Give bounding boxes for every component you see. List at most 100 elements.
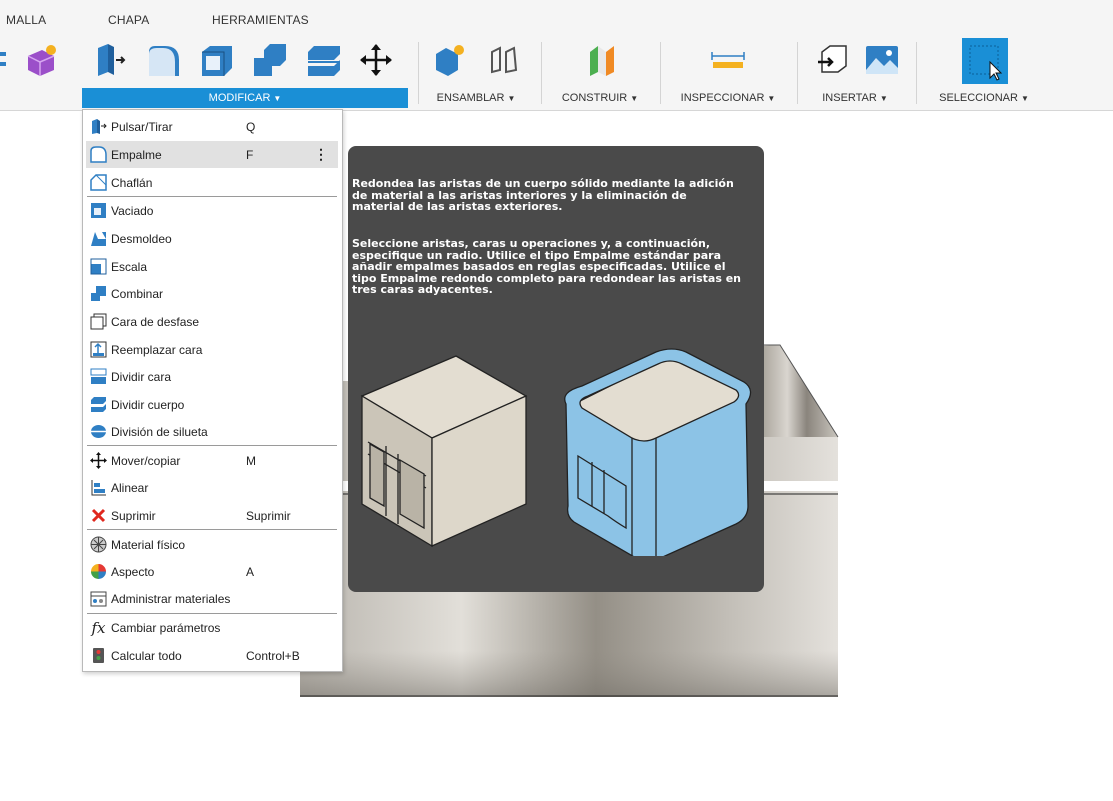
panel-inspeccionar-label: INSPECCIONAR (680, 92, 765, 104)
menu-item-label: Reemplazar cara (111, 342, 203, 357)
press-pull-tool-icon[interactable] (92, 42, 128, 78)
mesh-tool-icon[interactable] (0, 42, 14, 78)
compute-all-icon (90, 647, 107, 664)
shell-icon (90, 202, 107, 219)
menu-item-dividir-cuerpo[interactable]: Dividir cuerpo (83, 391, 342, 418)
insert-derive-icon[interactable] (814, 42, 850, 78)
separator (660, 42, 661, 104)
menu-item-empalme[interactable]: Empalme F ⋮ (86, 141, 338, 168)
parameters-icon: fx (91, 618, 106, 637)
shell-tool-icon[interactable] (198, 42, 234, 78)
menu-item-alinear[interactable]: Alinear (83, 474, 342, 501)
menu-item-label: Aspecto (111, 564, 155, 579)
split-face-icon (90, 368, 107, 385)
panel-insertar-label: INSERTAR (822, 92, 877, 104)
mesh-create-icon[interactable] (22, 42, 58, 78)
menu-item-shortcut: Suprimir (246, 508, 291, 523)
menu-item-shortcut: A (246, 564, 255, 579)
menu-item-label: Mover/copiar (111, 453, 181, 468)
menu-item-division-silueta[interactable]: División de silueta (83, 418, 342, 445)
menu-item-vaciado[interactable]: Vaciado (83, 197, 342, 224)
more-options-icon[interactable]: ⋮ (314, 146, 328, 163)
tab-chapa[interactable]: CHAPA (108, 13, 149, 27)
menu-item-cambiar-parametros[interactable]: fx Cambiar parámetros (83, 614, 342, 641)
move-icon (90, 452, 107, 469)
menu-item-label: Dividir cara (111, 369, 172, 384)
menu-item-label: Suprimir (111, 508, 156, 523)
menu-item-label: Pulsar/Tirar (111, 119, 173, 134)
joint-icon[interactable] (486, 42, 522, 78)
panel-seleccionar-button[interactable]: SELECCIONAR ▼ (928, 88, 1040, 108)
panel-construir-button[interactable]: CONSTRUIR ▼ (550, 88, 650, 108)
tab-herramientas[interactable]: HERRAMIENTAS (212, 13, 309, 27)
modificar-dropdown-menu: Pulsar/Tirar Q Empalme F ⋮ Chaflán Vacia… (82, 109, 343, 672)
panel-inspeccionar-button[interactable]: INSPECCIONAR ▼ (668, 88, 788, 108)
menu-item-suprimir[interactable]: Suprimir Suprimir (83, 502, 342, 529)
separator (541, 42, 542, 104)
menu-item-dividir-cara[interactable]: Dividir cara (83, 363, 342, 390)
align-icon (90, 479, 107, 496)
menu-item-desmoldeo[interactable]: Desmoldeo (83, 225, 342, 252)
menu-item-label: Calcular todo (111, 648, 182, 663)
menu-item-aspecto[interactable]: Aspecto A (83, 558, 342, 585)
chamfer-icon (90, 174, 107, 191)
insert-image-icon[interactable] (864, 42, 900, 78)
replace-face-icon (90, 341, 107, 358)
toolbar-ribbon: MALLA CHAPA HERRAMIENTAS MODIFICAR ▼ ENS… (0, 0, 1113, 111)
menu-item-mover-copiar[interactable]: Mover/copiar M (83, 447, 342, 474)
new-component-icon[interactable] (432, 42, 468, 78)
split-body-tool-icon[interactable] (306, 42, 342, 78)
move-tool-icon[interactable] (358, 42, 394, 78)
menu-item-label: Cara de desfase (111, 314, 200, 329)
panel-insertar-button[interactable]: INSERTAR ▼ (808, 88, 902, 108)
menu-item-shortcut: M (246, 453, 256, 468)
delete-icon (90, 507, 107, 524)
menu-item-combinar[interactable]: Combinar (83, 280, 342, 307)
menu-item-shortcut: Control+B (246, 648, 300, 663)
fillet-tool-icon[interactable] (145, 42, 181, 78)
menu-item-label: División de silueta (111, 424, 208, 439)
construct-plane-icon[interactable] (584, 42, 620, 78)
menu-item-shortcut: Q (246, 119, 256, 134)
separator (418, 42, 419, 104)
menu-item-label: Combinar (111, 286, 164, 301)
measure-icon[interactable] (710, 42, 746, 78)
select-icon[interactable] (962, 38, 1008, 84)
panel-ensamblar-label: ENSAMBLAR (436, 92, 505, 104)
panel-construir-label: CONSTRUIR (561, 92, 628, 104)
menu-item-administrar-materiales[interactable]: Administrar materiales (83, 585, 342, 612)
menu-item-label: Empalme (111, 147, 162, 162)
separator (797, 42, 798, 104)
menu-item-label: Administrar materiales (111, 591, 231, 606)
menu-item-shortcut: F (246, 147, 254, 162)
menu-item-escala[interactable]: Escala (83, 253, 342, 280)
menu-item-chaflan[interactable]: Chaflán (83, 169, 342, 196)
menu-item-label: Cambiar parámetros (111, 620, 221, 635)
panel-modificar-label: MODIFICAR (208, 92, 271, 104)
menu-item-reemplazar-cara[interactable]: Reemplazar cara (83, 336, 342, 363)
split-body-icon (90, 396, 107, 413)
menu-item-calcular-todo[interactable]: Calcular todo Control+B (83, 642, 342, 669)
fillet-tooltip: Redondea las aristas de un cuerpo sólido… (348, 146, 764, 592)
press-pull-icon (90, 118, 107, 135)
menu-item-cara-desfase[interactable]: Cara de desfase (83, 308, 342, 335)
panel-ensamblar-button[interactable]: ENSAMBLAR ▼ (424, 88, 528, 108)
tab-malla[interactable]: MALLA (6, 13, 46, 27)
menu-item-label: Escala (111, 259, 148, 274)
menu-item-label: Chaflán (111, 175, 153, 190)
panel-modificar-button[interactable]: MODIFICAR ▼ (82, 88, 408, 108)
separator (916, 42, 917, 104)
menu-item-label: Material físico (111, 537, 186, 552)
combine-icon (90, 285, 107, 302)
combine-tool-icon[interactable] (252, 42, 288, 78)
manage-materials-icon (90, 590, 107, 607)
menu-item-label: Vaciado (111, 203, 154, 218)
menu-separator (87, 445, 337, 446)
menu-item-pulsar-tirar[interactable]: Pulsar/Tirar Q (83, 113, 342, 140)
tooltip-description: Redondea las aristas de un cuerpo sólido… (352, 177, 734, 213)
physical-material-icon (90, 536, 107, 553)
menu-item-label: Desmoldeo (111, 231, 172, 246)
menu-item-label: Dividir cuerpo (111, 397, 185, 412)
menu-item-material-fisico[interactable]: Material físico (83, 531, 342, 558)
tooltip-instructions: Seleccione aristas, caras u operaciones … (352, 237, 742, 296)
